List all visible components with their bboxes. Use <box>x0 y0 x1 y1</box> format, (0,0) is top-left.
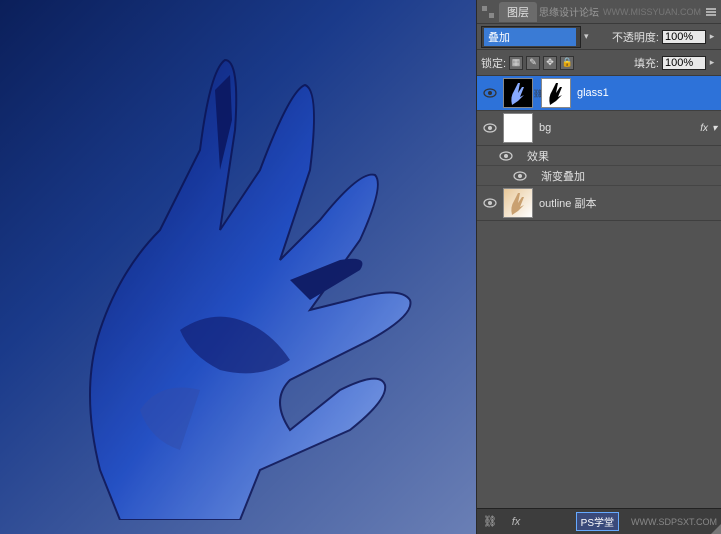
visibility-toggle[interactable] <box>497 147 515 165</box>
blend-row: 叠加 ▾ 不透明度: ▸ <box>477 24 721 50</box>
eye-icon <box>499 151 513 161</box>
fill-input[interactable] <box>662 56 706 70</box>
layer-name[interactable]: bg <box>539 122 551 134</box>
opacity-input[interactable] <box>662 30 706 44</box>
blend-mode-value: 叠加 <box>484 28 576 46</box>
link-layers-icon[interactable]: ⛓ <box>481 513 499 531</box>
layers-tab[interactable]: 图层 <box>499 2 537 22</box>
blend-mode-select[interactable]: 叠加 <box>481 26 581 48</box>
layer-name[interactable]: outline 副本 <box>539 195 596 211</box>
lock-paint-icon[interactable]: ✎ <box>526 56 540 70</box>
canvas-area[interactable] <box>0 0 476 534</box>
chevron-down-icon[interactable]: ▾ <box>584 31 589 42</box>
layers-list: ⛓ glass1 bg fx ▾ 效果 <box>477 76 721 508</box>
opacity-label: 不透明度: <box>612 29 659 45</box>
lock-label: 锁定: <box>481 55 506 71</box>
layer-name[interactable]: glass1 <box>577 87 609 99</box>
resize-handle[interactable] <box>711 524 721 534</box>
gradient-overlay-label: 渐变叠加 <box>541 168 585 184</box>
lock-all-icon[interactable]: 🔒 <box>560 56 574 70</box>
lock-buttons: ▦ ✎ ✥ 🔒 <box>509 56 574 70</box>
lock-row: 锁定: ▦ ✎ ✥ 🔒 填充: ▸ <box>477 50 721 76</box>
fill-chevron-icon[interactable]: ▸ <box>707 57 717 68</box>
layer-thumbnail[interactable] <box>503 78 533 108</box>
bottom-url: WWW.SDPSXT.COM <box>631 517 717 527</box>
watermark-text: 思缘设计论坛 <box>539 4 599 19</box>
layer-thumbnail[interactable] <box>503 188 533 218</box>
fx-label: fx <box>700 123 708 134</box>
fill-label: 填充: <box>634 55 659 71</box>
watermark-url: WWW.MISSYUAN.COM <box>603 7 701 17</box>
gradient-overlay-sublabel[interactable]: 渐变叠加 <box>477 166 721 186</box>
hand-artwork <box>40 30 440 520</box>
layer-style-icon[interactable]: fx <box>507 513 525 531</box>
eye-icon <box>483 198 497 208</box>
panel-collapse-icon[interactable] <box>481 5 495 19</box>
panel-menu-icon[interactable] <box>705 6 717 18</box>
effects-label: 效果 <box>527 148 549 164</box>
layer-glass1[interactable]: ⛓ glass1 <box>477 76 721 111</box>
layer-outline-copy[interactable]: outline 副本 <box>477 186 721 221</box>
layer-bg[interactable]: bg fx ▾ <box>477 111 721 146</box>
opacity-chevron-icon[interactable]: ▸ <box>707 31 717 42</box>
mask-thumbnail[interactable] <box>541 78 571 108</box>
visibility-toggle[interactable] <box>481 194 499 212</box>
visibility-toggle[interactable] <box>511 167 529 185</box>
visibility-toggle[interactable] <box>481 84 499 102</box>
panel-header: 图层 思缘设计论坛 WWW.MISSYUAN.COM <box>477 0 721 24</box>
fx-indicator[interactable]: fx ▾ <box>700 123 717 134</box>
effects-sublabel[interactable]: 效果 <box>477 146 721 166</box>
layers-panel: 图层 思缘设计论坛 WWW.MISSYUAN.COM 叠加 ▾ 不透明度: ▸ … <box>476 0 721 534</box>
lock-transparent-icon[interactable]: ▦ <box>509 56 523 70</box>
eye-icon <box>483 88 497 98</box>
eye-icon <box>483 123 497 133</box>
visibility-toggle[interactable] <box>481 119 499 137</box>
layer-thumbnail[interactable] <box>503 113 533 143</box>
chevron-down-icon: ▾ <box>712 123 717 134</box>
panel-bottom-bar: ⛓ fx PS学堂 WWW.SDPSXT.COM <box>477 508 721 534</box>
eye-icon <box>513 171 527 181</box>
lock-position-icon[interactable]: ✥ <box>543 56 557 70</box>
ps-badge: PS学堂 <box>576 512 619 531</box>
